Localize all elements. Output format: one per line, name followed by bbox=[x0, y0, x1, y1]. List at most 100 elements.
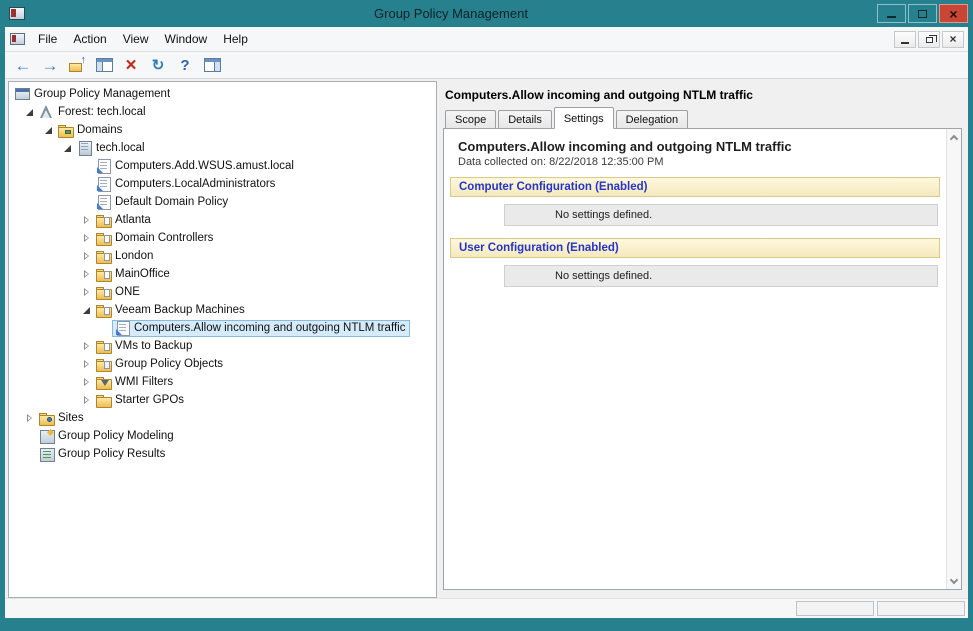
tree-item-group-policy-results[interactable]: Group Policy Results bbox=[9, 445, 436, 463]
console-frame: File Action View Window Help Group Polic… bbox=[5, 27, 968, 618]
report-content: Computers.Allow incoming and outgoing NT… bbox=[444, 129, 946, 589]
chevron-down-icon bbox=[950, 575, 958, 583]
ou-icon bbox=[96, 249, 111, 263]
menu-view[interactable]: View bbox=[115, 28, 157, 50]
tree-item-label: Starter GPOs bbox=[115, 394, 184, 406]
expander-placeholder bbox=[80, 196, 93, 209]
mdi-minimize-button[interactable] bbox=[894, 31, 916, 48]
mdi-close-button[interactable] bbox=[942, 31, 964, 48]
expand-icon[interactable] bbox=[80, 232, 93, 245]
user-configuration-header[interactable]: User Configuration (Enabled) bbox=[450, 238, 940, 258]
tree-item-forest-tech-local[interactable]: Forest: tech.local bbox=[9, 103, 436, 121]
tree-item-veeam-backup-machines[interactable]: Veeam Backup Machines bbox=[9, 301, 436, 319]
scroll-up-button[interactable] bbox=[947, 129, 961, 145]
tree-item-label: Group Policy Management bbox=[34, 88, 170, 100]
report-title: Computers.Allow incoming and outgoing NT… bbox=[458, 139, 940, 154]
tree-item-atlanta[interactable]: Atlanta bbox=[9, 211, 436, 229]
tree-item-computers-add-wsus-amust-local[interactable]: Computers.Add.WSUS.amust.local bbox=[9, 157, 436, 175]
expand-icon[interactable] bbox=[80, 394, 93, 407]
menu-help[interactable]: Help bbox=[215, 28, 256, 50]
gpo-link-icon bbox=[115, 321, 130, 335]
tree-item-label: MainOffice bbox=[115, 268, 170, 280]
show-action-pane-button[interactable] bbox=[200, 54, 224, 77]
tree-item-computers-localadministrators[interactable]: Computers.LocalAdministrators bbox=[9, 175, 436, 193]
tree-item-selection: Domain Controllers bbox=[93, 230, 218, 247]
mdi-restore-button[interactable] bbox=[918, 31, 940, 48]
expand-icon[interactable] bbox=[80, 250, 93, 263]
tree-item-selection: Forest: tech.local bbox=[36, 104, 151, 121]
tree-item-group-policy-modeling[interactable]: Group Policy Modeling bbox=[9, 427, 436, 445]
tree-item-selection: VMs to Backup bbox=[93, 338, 197, 355]
tree-item-london[interactable]: London bbox=[9, 247, 436, 265]
status-cell bbox=[796, 601, 874, 616]
delete-button[interactable] bbox=[119, 54, 143, 77]
tree-item-label: London bbox=[115, 250, 153, 262]
computer-configuration-header[interactable]: Computer Configuration (Enabled) bbox=[450, 177, 940, 197]
show-console-tree-button[interactable] bbox=[92, 54, 116, 77]
expand-icon[interactable] bbox=[80, 358, 93, 371]
action-pane-icon bbox=[204, 58, 221, 72]
tab-delegation[interactable]: Delegation bbox=[616, 110, 689, 129]
menu-window[interactable]: Window bbox=[157, 28, 216, 50]
tree-item-domains[interactable]: Domains bbox=[9, 121, 436, 139]
tree-item-vms-to-backup[interactable]: VMs to Backup bbox=[9, 337, 436, 355]
tree-item-domain-controllers[interactable]: Domain Controllers bbox=[9, 229, 436, 247]
tree-item-selection: Default Domain Policy bbox=[93, 194, 233, 211]
tree-item-sites[interactable]: Sites bbox=[9, 409, 436, 427]
back-button[interactable] bbox=[11, 54, 35, 77]
scrollbar-track[interactable] bbox=[947, 145, 961, 573]
menu-action[interactable]: Action bbox=[65, 28, 114, 50]
status-bar bbox=[5, 598, 968, 618]
gpo-link-icon bbox=[96, 177, 111, 191]
expand-icon[interactable] bbox=[80, 268, 93, 281]
tree-item-selection: Sites bbox=[36, 410, 89, 427]
collapse-icon[interactable] bbox=[23, 106, 36, 119]
close-button[interactable] bbox=[939, 4, 968, 23]
expand-icon[interactable] bbox=[80, 340, 93, 353]
expander-placeholder bbox=[23, 430, 36, 443]
expander-placeholder bbox=[99, 322, 112, 335]
tab-details[interactable]: Details bbox=[498, 110, 552, 129]
minimize-button[interactable] bbox=[877, 4, 906, 23]
maximize-button[interactable] bbox=[908, 4, 937, 23]
maximize-icon bbox=[918, 10, 927, 18]
tree-item-label: Group Policy Modeling bbox=[58, 430, 174, 442]
collapse-icon[interactable] bbox=[61, 142, 74, 155]
report-scrollbar[interactable] bbox=[946, 129, 961, 589]
refresh-button[interactable] bbox=[146, 54, 170, 77]
collapse-icon[interactable] bbox=[42, 124, 55, 137]
collapse-icon[interactable] bbox=[80, 304, 93, 317]
tree-item-default-domain-policy[interactable]: Default Domain Policy bbox=[9, 193, 436, 211]
gpo-folder-icon bbox=[96, 357, 111, 371]
menu-file[interactable]: File bbox=[30, 28, 65, 50]
tree-item-mainoffice[interactable]: MainOffice bbox=[9, 265, 436, 283]
expand-icon[interactable] bbox=[80, 214, 93, 227]
tree-item-starter-gpos[interactable]: Starter GPOs bbox=[9, 391, 436, 409]
scroll-down-button[interactable] bbox=[947, 573, 961, 589]
window-title: Group Policy Management bbox=[25, 6, 877, 21]
console-root-icon bbox=[15, 87, 30, 101]
forward-button[interactable] bbox=[38, 54, 62, 77]
tree-item-tech-local[interactable]: tech.local bbox=[9, 139, 436, 157]
tab-settings[interactable]: Settings bbox=[554, 107, 614, 129]
expand-icon[interactable] bbox=[23, 412, 36, 425]
computer-configuration-label: Computer Configuration (Enabled) bbox=[459, 181, 647, 193]
expand-icon[interactable] bbox=[80, 376, 93, 389]
tree-item-computers-allow-incoming-and-outgoing-ntlm-traff[interactable]: Computers.Allow incoming and outgoing NT… bbox=[9, 319, 436, 337]
console-tree-icon bbox=[96, 58, 113, 72]
tree-item-wmi-filters[interactable]: WMI Filters bbox=[9, 373, 436, 391]
tree-item-label: ONE bbox=[115, 286, 140, 298]
tree-item-selection: ONE bbox=[93, 284, 145, 301]
tab-scope[interactable]: Scope bbox=[445, 110, 496, 129]
expand-icon[interactable] bbox=[80, 286, 93, 299]
help-button[interactable] bbox=[173, 54, 197, 77]
ou-icon bbox=[96, 339, 111, 353]
up-one-level-button[interactable] bbox=[65, 54, 89, 77]
tree-item-selection: Group Policy Results bbox=[36, 446, 170, 463]
tree-item-group-policy-objects[interactable]: Group Policy Objects bbox=[9, 355, 436, 373]
tree-item-selection: WMI Filters bbox=[93, 374, 178, 391]
tree-item-one[interactable]: ONE bbox=[9, 283, 436, 301]
tree-item-group-policy-management[interactable]: Group Policy Management bbox=[9, 85, 436, 103]
no-settings-text: No settings defined. bbox=[555, 209, 652, 221]
ou-icon bbox=[96, 285, 111, 299]
